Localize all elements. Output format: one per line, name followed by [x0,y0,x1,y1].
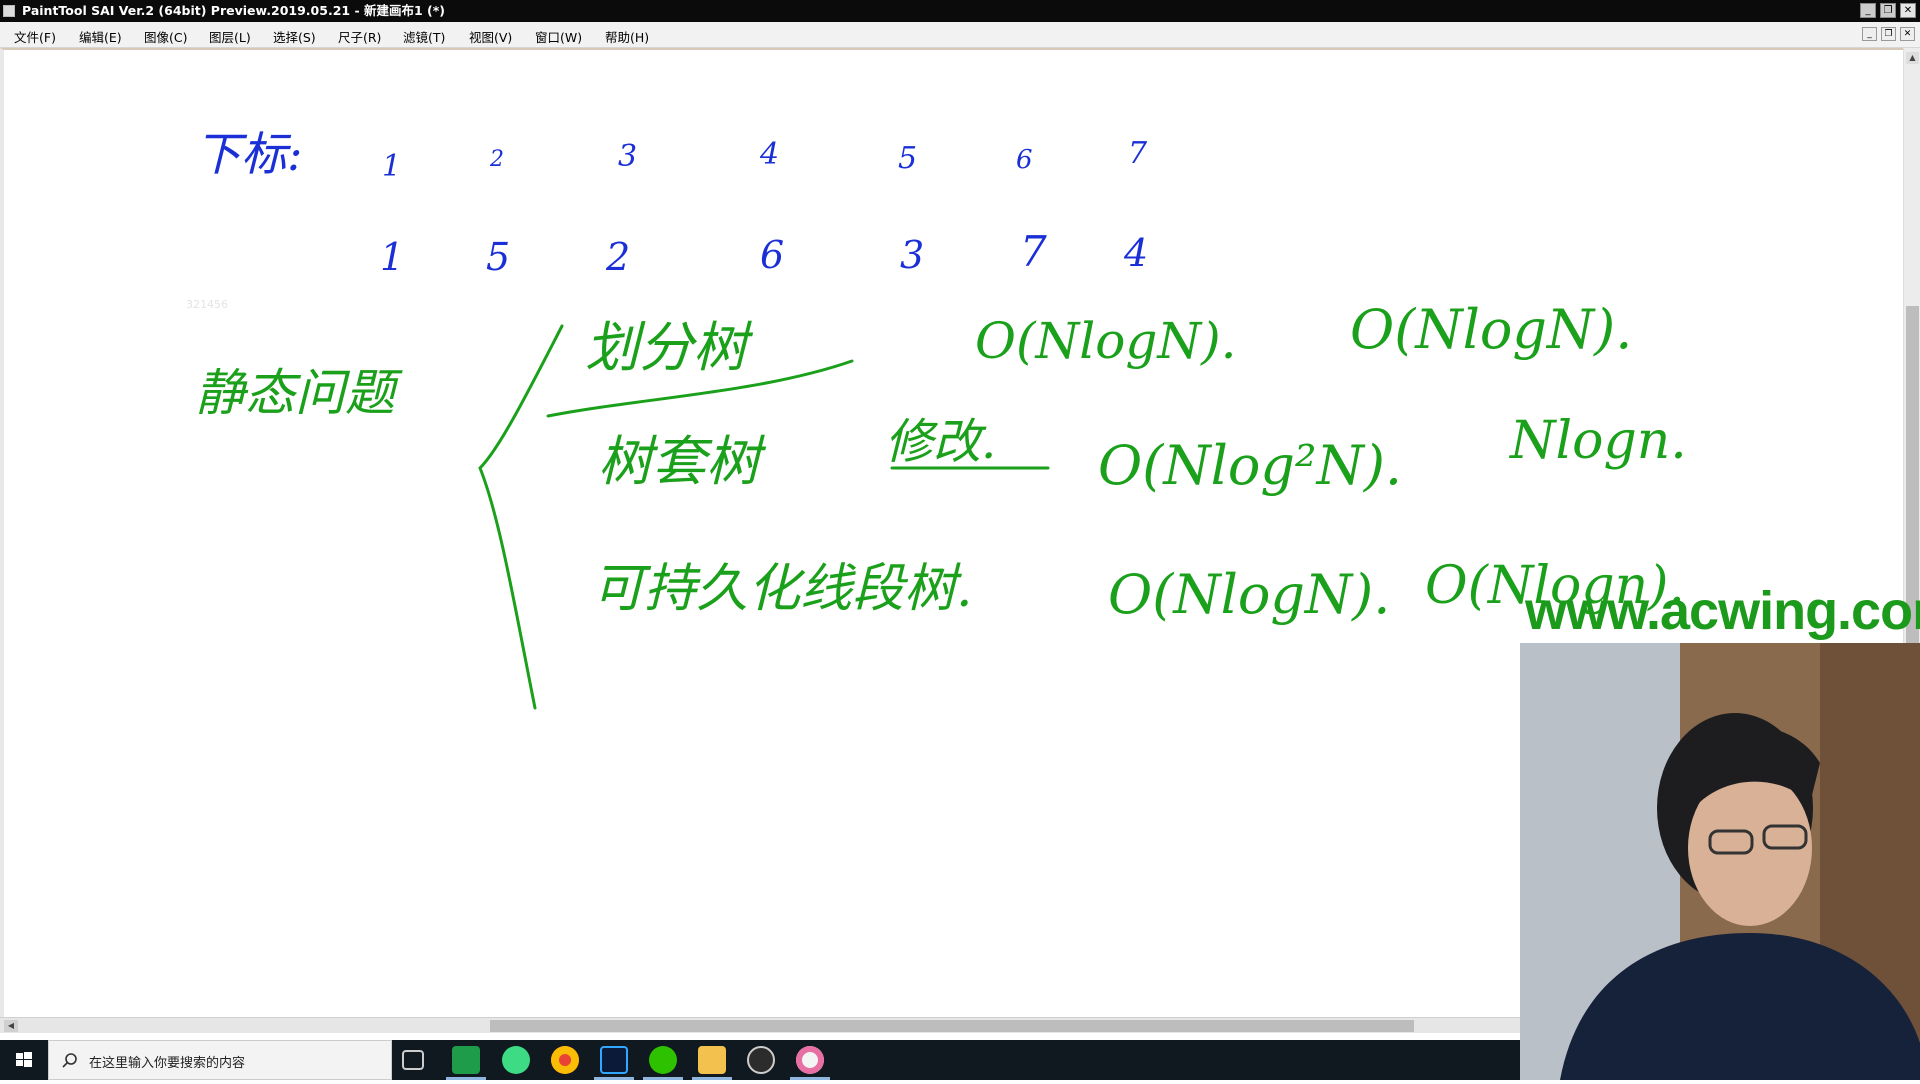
android-studio-icon[interactable] [502,1046,530,1074]
window-title: PaintTool SAI Ver.2 (64bit) Preview.2019… [22,3,445,18]
menu-file[interactable]: 文件(F) [14,27,56,46]
menu-edit[interactable]: 编辑(E) [79,27,122,46]
value-1: 1 [380,235,404,279]
static-problem-label: 静态问题 [195,364,403,422]
row-b-name: 树套树 [598,430,767,493]
index-6: 6 [1016,145,1033,175]
menu-window[interactable]: 窗口(W) [535,27,582,46]
scroll-left-icon[interactable]: ◀ [4,1020,18,1032]
row-c-name: 可持久化线段树. [592,559,973,619]
pycharm-icon[interactable] [452,1046,480,1074]
row-b-extra: Nlogn. [1508,411,1687,471]
value-2: 5 [486,235,510,279]
row-b-modifier: 修改. [885,414,996,470]
row-c-complexity: O(NlogN). [1108,563,1390,626]
menu-filter[interactable]: 滤镜(T) [403,27,445,46]
search-input[interactable]: 在这里输入你要搜索的内容 [48,1040,392,1080]
photoshop-icon[interactable] [600,1046,628,1074]
search-placeholder: 在这里输入你要搜索的内容 [89,1056,246,1071]
menu-select[interactable]: 选择(S) [273,27,316,46]
doc-restore-button[interactable]: ❐ [1881,27,1896,41]
minimize-button[interactable]: _ [1860,3,1876,18]
horizontal-scrollbar[interactable]: ◀ [0,1017,1520,1033]
windows-logo-icon [16,1052,32,1067]
index-7: 7 [1128,136,1148,171]
app-icon [3,5,15,17]
menu-ruler[interactable]: 尺子(R) [338,27,381,46]
chrome-icon[interactable] [551,1046,579,1074]
menu-image[interactable]: 图像(C) [144,27,187,46]
doc-close-button[interactable]: ✕ [1900,27,1915,41]
value-7: 4 [1123,231,1148,275]
row-b-complexity: O(Nlog²N). [1098,434,1402,497]
index-1: 1 [382,149,401,184]
menu-layer[interactable]: 图层(L) [209,27,251,46]
obs-icon[interactable] [747,1046,775,1074]
start-button[interactable] [0,1040,48,1080]
row1-label: 下标: [195,127,303,181]
restore-button[interactable]: ❐ [1880,3,1896,18]
index-3: 3 [618,139,637,174]
doc-minimize-button[interactable]: _ [1862,27,1877,41]
value-3: 2 [605,235,630,279]
brace-stroke [478,324,564,710]
watermark: www.acwing.com [1525,581,1920,641]
index-5: 5 [898,141,917,176]
horizontal-scroll-thumb[interactable] [490,1020,1414,1032]
faint-number: 321456 [186,298,228,311]
row-a-complexity: O(NlogN). [975,312,1237,370]
value-6: 7 [1020,227,1047,276]
menu-bar: 文件(F) 编辑(E) 图像(C) 图层(L) 选择(S) 尺子(R) 滤镜(T… [0,22,1920,48]
menu-view[interactable]: 视图(V) [469,27,512,46]
scroll-up-icon[interactable]: ▲ [1906,52,1919,64]
webcam-overlay [1520,643,1920,1080]
painttool-sai-icon[interactable] [796,1046,824,1074]
search-icon [62,1053,77,1068]
taskbar: 在这里输入你要搜索的内容 [0,1040,1520,1080]
title-bar: PaintTool SAI Ver.2 (64bit) Preview.2019… [0,0,1920,22]
index-2: 2 [489,147,504,172]
menu-help[interactable]: 帮助(H) [605,27,649,46]
value-5: 3 [900,233,924,277]
file-explorer-icon[interactable] [698,1046,726,1074]
index-4: 4 [759,137,779,172]
close-button[interactable]: ✕ [1900,3,1916,18]
task-view-icon[interactable] [402,1050,424,1070]
row-a-extra: O(NlogN). [1350,298,1632,361]
row-a-name: 划分树 [585,316,754,379]
value-4: 6 [760,233,784,277]
wechat-icon[interactable] [649,1046,677,1074]
